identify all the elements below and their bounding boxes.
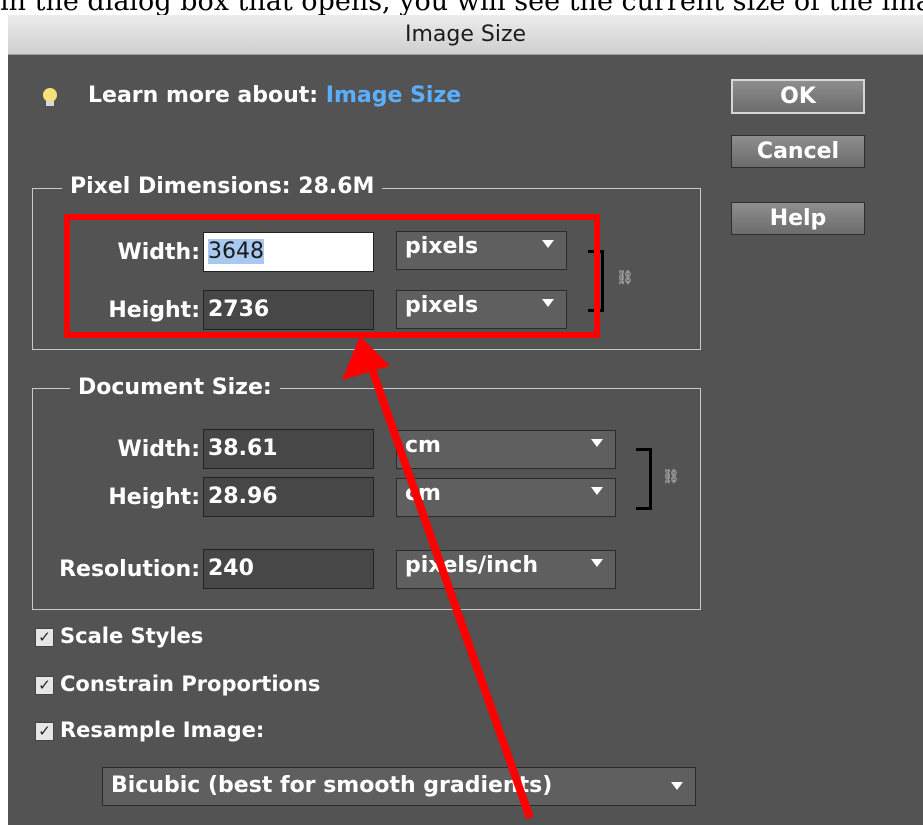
doc-height-label: Height: [108,485,200,510]
pixel-dimensions-size: 28.6M [298,174,375,199]
chevron-down-icon [591,559,603,567]
chevron-down-icon [591,487,603,495]
dialog-title: Image Size [404,22,527,47]
doc-width-label: Width: [117,437,200,462]
chevron-down-icon [591,439,603,447]
checkmark-icon: ✓ [38,722,51,740]
resolution-label: Resolution: [59,557,200,582]
learn-more-link[interactable]: Image Size [326,83,461,108]
resample-image-label: Resample Image: [60,718,265,742]
chain-link-icon: ⛓ [662,469,680,485]
help-button[interactable]: Help [731,202,865,235]
doc-constrain-bracket [636,448,652,510]
lightbulb-icon [43,88,57,106]
learn-more-prefix: Learn more about: [88,83,319,108]
pixel-dimensions-legend: Pixel Dimensions: 28.6M [62,174,383,199]
cancel-button[interactable]: Cancel [731,135,865,168]
pixel-dimensions-label: Pixel Dimensions: [70,174,291,199]
resample-image-checkbox[interactable]: ✓ [35,722,54,741]
ok-button[interactable]: OK [731,79,865,114]
scale-styles-checkbox[interactable]: ✓ [35,628,54,647]
checkmark-icon: ✓ [38,676,51,694]
learn-more: Learn more about: Image Size [88,83,461,108]
chevron-down-icon [671,782,683,790]
chain-link-icon: ⛓ [616,270,634,286]
checkmark-icon: ✓ [38,628,51,646]
scale-styles-label: Scale Styles [60,624,204,648]
document-size-legend: Document Size: [70,375,280,400]
annotation-arrow [342,336,534,820]
dialog-titlebar: Image Size [8,15,923,55]
constrain-proportions-label: Constrain Proportions [60,672,321,696]
constrain-proportions-checkbox[interactable]: ✓ [35,676,54,695]
